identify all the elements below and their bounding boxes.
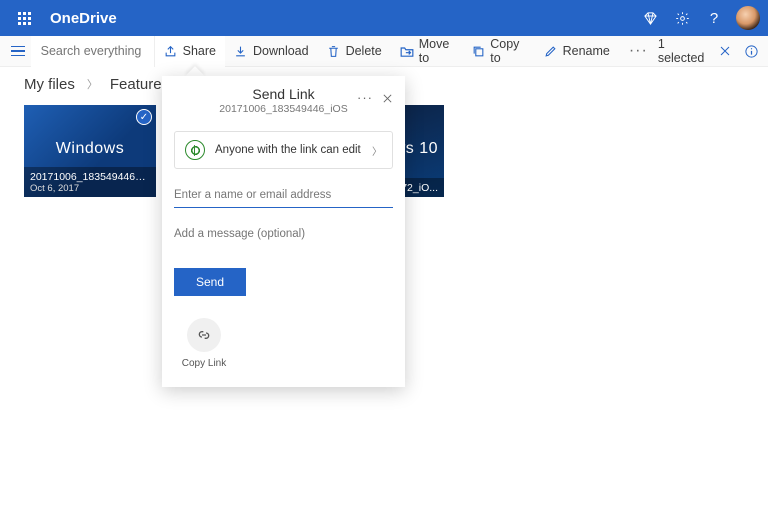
account-avatar[interactable] [736,6,760,30]
premium-icon[interactable] [634,2,666,34]
app-launcher-button[interactable] [8,2,40,34]
move-to-button[interactable]: Move to [391,36,464,67]
file-name: 20171006_183549446_iO... [30,171,150,183]
close-icon [382,93,393,104]
delete-button[interactable]: Delete [318,36,391,67]
download-icon [234,44,248,58]
copy-label: Copy to [490,37,525,65]
copy-icon [472,44,485,58]
breadcrumb-root[interactable]: My files [24,76,75,93]
search-input[interactable] [31,36,155,67]
selected-check-icon[interactable] [136,109,152,125]
tile-overlay-text: Windows [24,140,156,158]
copy-to-button[interactable]: Copy to [463,36,534,67]
message-input[interactable] [174,224,393,244]
clear-selection-button[interactable] [715,39,736,63]
question-icon: ? [710,10,718,27]
command-bar: Share Download Delete Move to Copy to Re… [0,36,768,67]
link-scope-label: Anyone with the link can edit [215,144,362,156]
file-date: Oct 6, 2017 [30,183,150,194]
share-icon [164,44,178,58]
send-button[interactable]: Send [174,268,246,296]
info-icon [744,44,759,59]
chevron-right-icon: 〉 [87,76,98,92]
recipient-input[interactable] [174,185,393,208]
nav-toggle-button[interactable] [8,39,29,63]
selection-count: 1 selected [658,37,707,65]
diamond-icon [643,11,658,26]
move-label: Move to [419,37,455,65]
app-header: OneDrive ? [0,0,768,36]
copy-link-button[interactable]: Copy Link [174,318,234,369]
gear-icon [675,11,690,26]
delete-label: Delete [346,44,382,58]
share-more-button[interactable]: ··· [357,90,373,105]
close-icon [719,45,731,57]
share-dialog-header: Send Link 20171006_183549446_iOS ··· [162,76,405,121]
trash-icon [327,44,341,58]
share-dialog: Send Link 20171006_183549446_iOS ··· Any… [162,76,405,387]
app-name: OneDrive [50,10,117,27]
move-icon [400,44,414,58]
more-commands-button[interactable]: ··· [619,42,658,60]
share-dialog-filename: 20171006_183549446_iOS [194,103,373,115]
share-close-button[interactable] [379,90,395,106]
file-tile[interactable]: Windows 20171006_183549446_iO... Oct 6, … [24,105,156,197]
globe-icon [185,140,205,160]
share-dialog-title: Send Link [194,86,373,102]
link-icon [187,318,221,352]
link-actions-row: Copy Link [174,318,393,369]
pencil-icon [544,44,558,58]
rename-label: Rename [563,44,610,58]
download-label: Download [253,44,309,58]
tile-label: 20171006_183549446_iO... Oct 6, 2017 [24,167,156,197]
waffle-icon [18,12,31,25]
rename-button[interactable]: Rename [535,36,619,67]
download-button[interactable]: Download [225,36,318,67]
details-pane-button[interactable] [741,39,762,63]
share-button[interactable]: Share [155,36,225,67]
link-settings-button[interactable]: Anyone with the link can edit 〉 [174,131,393,169]
help-button[interactable]: ? [698,2,730,34]
settings-button[interactable] [666,2,698,34]
share-label: Share [183,44,216,58]
copy-link-label: Copy Link [182,358,226,369]
chevron-right-icon: 〉 [372,143,382,158]
